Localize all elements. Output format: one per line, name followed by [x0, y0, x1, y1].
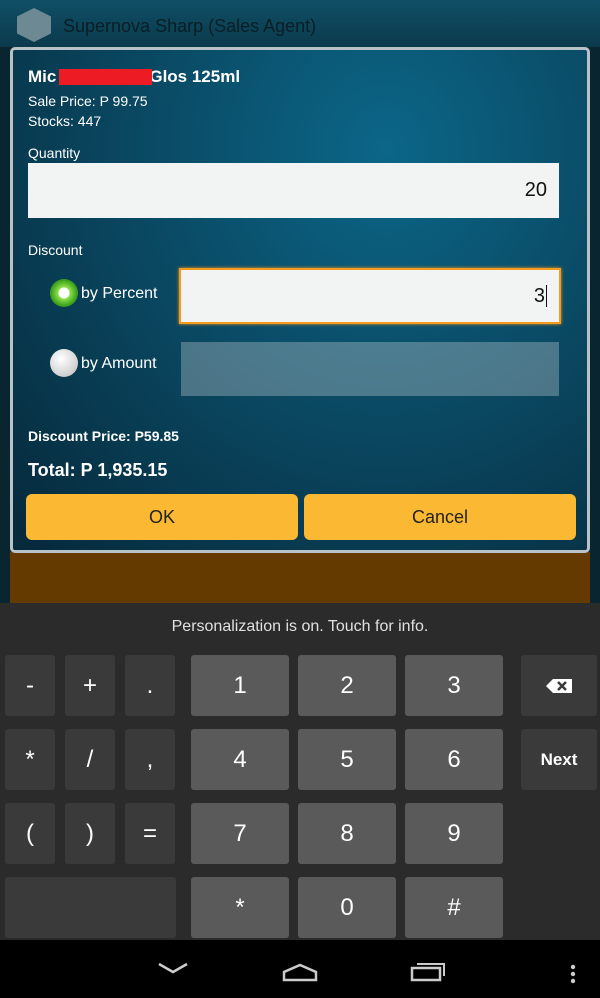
ok-button[interactable]: OK [26, 494, 298, 540]
key[interactable]: / [65, 729, 115, 790]
by-amount-radio[interactable] [50, 349, 78, 377]
number-key[interactable]: 2 [298, 655, 396, 716]
number-key[interactable]: 0 [298, 877, 396, 938]
text-cursor [546, 285, 547, 307]
key[interactable]: , [125, 729, 175, 790]
by-percent-value: 3 [533, 285, 545, 307]
redaction-bar [59, 69, 152, 85]
sale-price: Sale Price: P 99.75 [28, 93, 148, 109]
number-key[interactable]: * [191, 877, 289, 938]
backspace-key[interactable] [521, 655, 597, 716]
number-key[interactable]: 6 [405, 729, 503, 790]
discount-price: Discount Price: P59.85 [28, 428, 179, 444]
navigation-bar [0, 940, 600, 998]
back-icon[interactable] [157, 958, 189, 978]
product-name-start: Mic [28, 67, 57, 86]
key[interactable]: ( [5, 803, 55, 864]
next-key[interactable]: Next [521, 729, 597, 790]
key[interactable]: + [65, 655, 115, 716]
number-key[interactable]: 3 [405, 655, 503, 716]
key[interactable]: * [5, 729, 55, 790]
quantity-input[interactable]: 20 [28, 163, 559, 218]
product-name-end: Glos 125ml [149, 67, 241, 86]
number-key[interactable]: 8 [298, 803, 396, 864]
by-percent-label: by Percent [81, 285, 158, 302]
recents-icon[interactable] [410, 962, 446, 982]
number-key[interactable]: 1 [191, 655, 289, 716]
app-title: Supernova Sharp (Sales Agent) [63, 16, 317, 36]
backspace-icon [546, 678, 572, 693]
number-key[interactable]: 4 [191, 729, 289, 790]
personalization-hint[interactable]: Personalization is on. Touch for info. [0, 618, 600, 636]
discount-label: Discount [28, 242, 83, 258]
stocks: Stocks: 447 [28, 113, 102, 129]
by-percent-input[interactable]: 3 [179, 268, 561, 324]
by-amount-label: by Amount [81, 355, 157, 372]
number-key[interactable]: # [405, 877, 503, 938]
number-key[interactable]: 7 [191, 803, 289, 864]
product-dialog: Mic Glos 125ml Sale Price: P 99.75 Stocks… [10, 47, 590, 553]
cancel-button[interactable]: Cancel [304, 494, 576, 540]
quantity-label: Quantity [28, 145, 81, 161]
number-key[interactable]: 5 [298, 729, 396, 790]
background-panel [10, 552, 590, 604]
menu-icon[interactable] [570, 964, 576, 986]
key[interactable]: - [5, 655, 55, 716]
home-icon[interactable] [282, 962, 318, 982]
key[interactable]: = [125, 803, 175, 864]
by-amount-input[interactable] [181, 342, 559, 396]
number-key[interactable]: 9 [405, 803, 503, 864]
space-key[interactable] [5, 877, 176, 938]
key[interactable]: . [125, 655, 175, 716]
total: Total: P 1,935.15 [28, 460, 168, 480]
by-percent-radio[interactable] [50, 279, 78, 307]
key[interactable]: ) [65, 803, 115, 864]
